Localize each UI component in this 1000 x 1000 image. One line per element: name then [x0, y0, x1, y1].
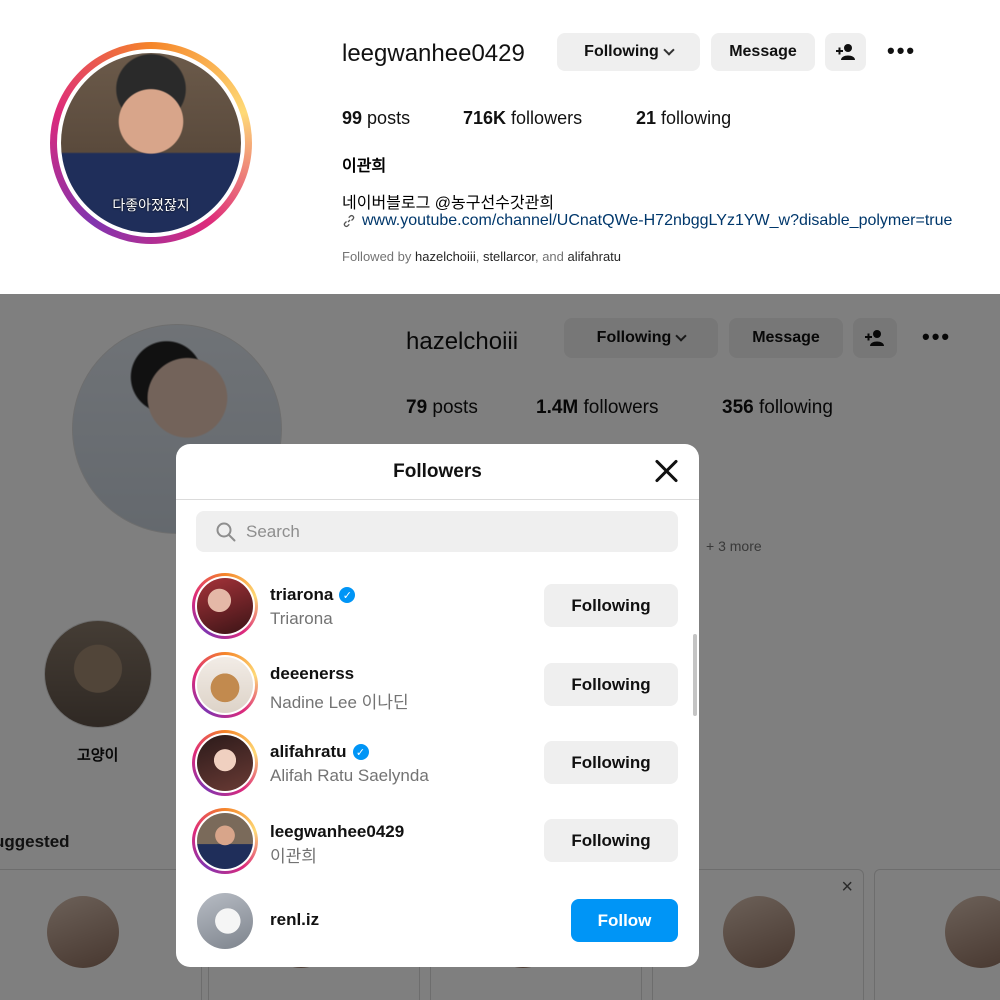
search-box[interactable] — [196, 511, 678, 552]
avatar-caption: 다좋아졌잖지 — [112, 197, 190, 213]
modal-title: Followers — [176, 444, 699, 500]
avatar[interactable] — [192, 652, 258, 718]
following-button[interactable]: Following — [544, 584, 678, 627]
avatar[interactable] — [192, 808, 258, 874]
scrollbar[interactable] — [693, 634, 697, 716]
profile-bio: 네이버블로그 @농구선수갓관희 — [342, 195, 555, 212]
verified-badge-icon: ✓ — [352, 744, 369, 760]
following-button[interactable]: Following — [544, 663, 678, 706]
message-button[interactable]: Message — [711, 33, 815, 71]
add-person-icon — [835, 44, 855, 60]
following-button[interactable]: Following — [544, 819, 678, 862]
follower-row[interactable]: renl.iz Follow — [192, 888, 682, 958]
follower-handle[interactable]: renl.iz — [270, 910, 319, 930]
follower-row[interactable]: alifahratu ✓ Alifah Ratu Saelynda Followi… — [192, 730, 682, 800]
follower-row[interactable]: triarona ✓ Triarona Following — [192, 573, 682, 643]
follower-name: Triarona — [270, 609, 333, 628]
search-input[interactable] — [246, 521, 646, 542]
followers-modal: Followers triarona✓ Triarona Following d… — [176, 444, 699, 967]
following-dropdown-button[interactable]: Following — [557, 33, 700, 71]
profile-avatar-image: 다좋아졌잖지 — [61, 53, 241, 233]
profile-link-text: www.youtube.com/channel/UCnatQWe-H72nbgg… — [362, 212, 953, 229]
avatar[interactable] — [192, 888, 258, 954]
avatar[interactable] — [192, 730, 258, 796]
chevron-down-icon — [663, 43, 675, 56]
following-button-label: Following — [584, 43, 659, 60]
profile-link[interactable]: www.youtube.com/channel/UCnatQWe-H72nbgg… — [342, 212, 952, 230]
follower-name: Nadine Lee 이나딘 — [270, 693, 409, 712]
follow-button[interactable]: Follow — [571, 899, 678, 942]
follower-row[interactable]: deeenerss Nadine Lee 이나딘 Following — [192, 652, 682, 722]
add-person-button[interactable] — [825, 33, 866, 71]
follower-name: Alifah Ratu Saelynda — [270, 766, 429, 785]
follower-row[interactable]: leegwanhee0429 이관희 Following — [192, 808, 682, 878]
link-icon — [343, 214, 355, 228]
profile-username: leegwanhee0429 — [342, 40, 525, 67]
followers-stat[interactable]: 716K followers — [463, 108, 582, 129]
follower-handle[interactable]: triarona ✓ — [270, 585, 356, 605]
posts-stat: 99 posts — [342, 108, 411, 128]
following-stat[interactable]: 21 following — [636, 108, 731, 129]
ellipsis-icon[interactable]: ••• — [887, 38, 916, 64]
follower-name: 이관희 — [270, 847, 317, 866]
avatar[interactable] — [192, 573, 258, 639]
top-profile-header: 다좋아졌잖지 leegwanhee0429 Following Message … — [0, 0, 1000, 294]
followed-by-text[interactable]: Followed by hazelchoiii, stellarcor, and… — [342, 249, 621, 264]
follower-handle[interactable]: leegwanhee0429 — [270, 822, 404, 842]
profile-avatar[interactable]: 다좋아졌잖지 — [50, 42, 252, 244]
search-icon — [216, 522, 236, 541]
follower-handle[interactable]: deeenerss — [270, 664, 354, 684]
close-icon[interactable] — [653, 458, 679, 484]
verified-badge-icon: ✓ — [339, 587, 356, 603]
following-button[interactable]: Following — [544, 741, 678, 784]
follower-handle[interactable]: alifahratu ✓ — [270, 742, 369, 762]
profile-full-name: 이관희 — [342, 158, 387, 175]
